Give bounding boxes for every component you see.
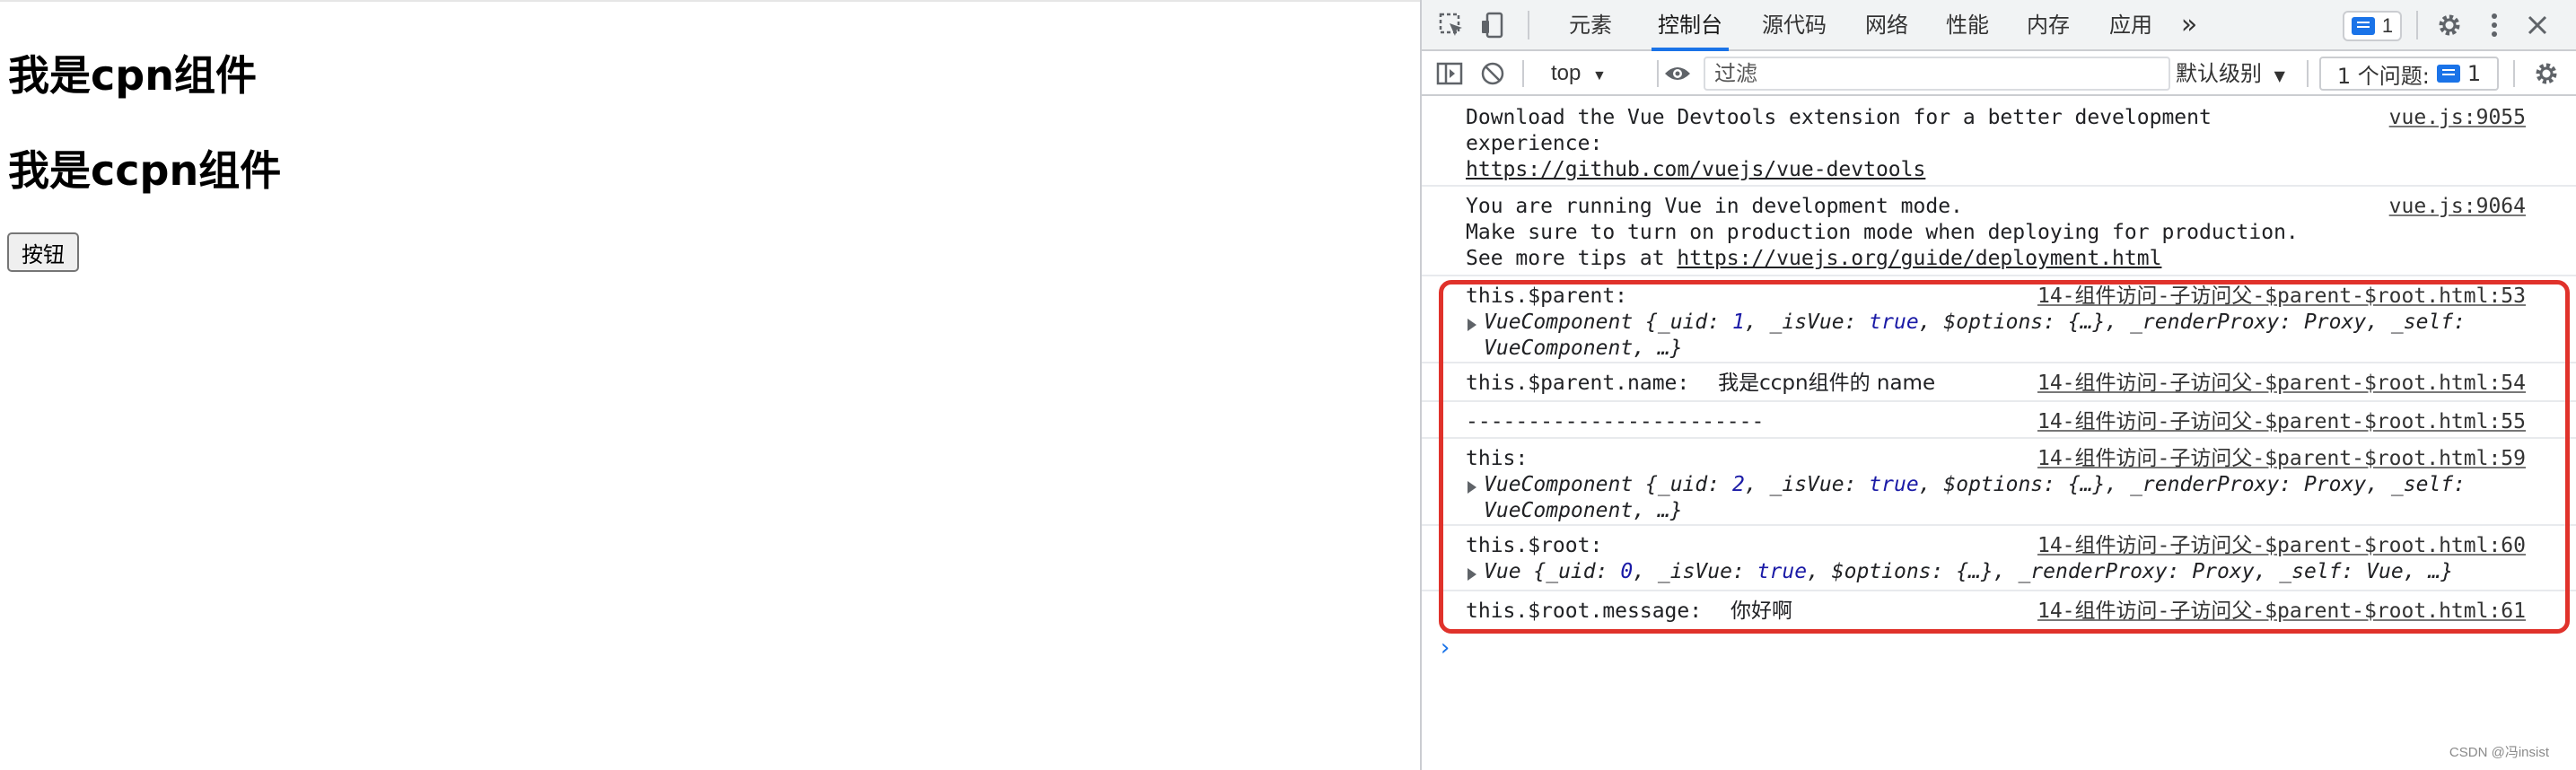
- console-message: 14-组件访问-子访问父-$parent-$root.html:54 this.…: [1422, 363, 2576, 402]
- message-text: You are running Vue in development mode.: [1466, 195, 1963, 218]
- inspect-element-icon[interactable]: [1436, 9, 1467, 41]
- more-tabs-button[interactable]: »: [2176, 0, 2203, 49]
- tabbar-divider: [2416, 11, 2418, 39]
- kebab-menu-icon[interactable]: [2479, 9, 2510, 41]
- log-level-value: 默认级别: [2176, 61, 2262, 86]
- message-text: Download the Vue Devtools extension for …: [1466, 106, 2212, 155]
- filterbar-divider: [1522, 60, 1524, 87]
- message-source-link[interactable]: 14-组件访问-子访问父-$parent-$root.html:61: [2037, 599, 2526, 625]
- issues-button-label: 1 个问题:: [2336, 63, 2430, 89]
- console-message: vue.js:9064 You are running Vue in devel…: [1422, 187, 2576, 276]
- issues-badge-count: 1: [2381, 14, 2394, 37]
- tab-elements[interactable]: 元素: [1564, 0, 1617, 49]
- message-source-link[interactable]: 14-组件访问-子访问父-$parent-$root.html:53: [2037, 284, 2526, 310]
- message-source-link[interactable]: vue.js:9055: [2389, 105, 2526, 131]
- issues-button-count: 1: [2466, 61, 2482, 86]
- message-source-link[interactable]: 14-组件访问-子访问父-$parent-$root.html:60: [2037, 533, 2526, 559]
- message-source-link[interactable]: vue.js:9064: [2389, 194, 2526, 220]
- tab-network[interactable]: 网络: [1860, 0, 1914, 49]
- filterbar-divider: [2513, 60, 2515, 87]
- message-label: this.$parent.name:: [1466, 372, 1690, 395]
- tab-performance[interactable]: 性能: [1941, 0, 1994, 49]
- message-link[interactable]: https://vuejs.org/guide/deployment.html: [1677, 247, 2161, 270]
- context-select-value: top: [1551, 61, 1582, 85]
- message-source-link[interactable]: 14-组件访问-子访问父-$parent-$root.html:55: [2037, 409, 2526, 435]
- devtools-tabbar: 元素 控制台 源代码 网络 性能 内存 应用 » 1: [1422, 0, 2576, 51]
- console-message: vue.js:9055 Download the Vue Devtools ex…: [1422, 98, 2576, 187]
- tab-console[interactable]: 控制台: [1652, 0, 1729, 51]
- console-filter-input[interactable]: [1704, 57, 2170, 91]
- devtools-panel: 元素 控制台 源代码 网络 性能 内存 应用 » 1 top ▼ 过滤 默认级别…: [1420, 0, 2576, 770]
- filterbar-divider: [2307, 60, 2309, 87]
- message-source-link[interactable]: 14-组件访问-子访问父-$parent-$root.html:54: [2037, 371, 2526, 397]
- console-output: vue.js:9055 Download the Vue Devtools ex…: [1422, 98, 2576, 661]
- message-value: 你好啊: [1730, 599, 1792, 623]
- console-settings-gear-icon[interactable]: [2531, 57, 2562, 90]
- ccpn-heading: 我是ccpn组件: [8, 146, 282, 195]
- message-value: 我是ccpn组件的 name: [1718, 372, 1936, 395]
- console-filterbar: top ▼ 默认级别 ▼ 1 个问题: 1: [1422, 51, 2576, 96]
- console-message: 14-组件访问-子访问父-$parent-$root.html:60 this.…: [1422, 526, 2576, 591]
- expandable-object[interactable]: VueComponent {_uid: 1, _isVue: true, $op…: [1466, 310, 2525, 362]
- message-icon: [2351, 17, 2375, 35]
- page-button[interactable]: 按钮: [7, 232, 79, 272]
- console-message: 14-组件访问-子访问父-$parent-$root.html:55 -----…: [1422, 402, 2576, 439]
- message-text: ------------------------: [1466, 410, 1765, 433]
- chevron-down-icon: ▼: [1592, 68, 1607, 83]
- message-text: See more tips at: [1466, 247, 1678, 270]
- clear-console-icon[interactable]: [1477, 57, 1508, 90]
- tab-memory[interactable]: 内存: [2021, 0, 2075, 49]
- cpn-heading: 我是cpn组件: [8, 51, 257, 100]
- message-text: Make sure to turn on production mode whe…: [1466, 221, 2299, 244]
- rendered-page: 我是cpn组件 我是ccpn组件 按钮: [0, 0, 1420, 770]
- tabbar-divider: [1528, 11, 1529, 39]
- issues-badge[interactable]: 1: [2343, 11, 2402, 41]
- console-message: 14-组件访问-子访问父-$parent-$root.html:61 this.…: [1422, 591, 2576, 630]
- log-level-select[interactable]: 默认级别 ▼: [2176, 58, 2285, 89]
- tab-sources[interactable]: 源代码: [1756, 0, 1833, 49]
- message-icon: [2436, 65, 2460, 83]
- console-message: 14-组件访问-子访问父-$parent-$root.html:53 this.…: [1422, 276, 2576, 363]
- console-message: 14-组件访问-子访问父-$parent-$root.html:59 this:…: [1422, 439, 2576, 526]
- message-link[interactable]: https://github.com/vuejs/vue-devtools: [1466, 158, 1925, 181]
- tab-application[interactable]: 应用: [2104, 0, 2158, 49]
- console-prompt[interactable]: ›: [1438, 634, 1452, 661]
- message-source-link[interactable]: 14-组件访问-子访问父-$parent-$root.html:59: [2037, 446, 2526, 472]
- expandable-object[interactable]: Vue {_uid: 0, _isVue: true, $options: {……: [1466, 559, 2526, 585]
- expandable-object[interactable]: VueComponent {_uid: 2, _isVue: true, $op…: [1466, 472, 2525, 524]
- context-select[interactable]: top ▼: [1551, 58, 1607, 89]
- device-toolbar-icon[interactable]: [1477, 9, 1508, 41]
- eye-icon[interactable]: [1655, 57, 1700, 90]
- chevron-down-icon: ▼: [2274, 67, 2285, 84]
- close-icon[interactable]: [2522, 9, 2553, 41]
- sidebar-toggle-icon[interactable]: [1434, 57, 1465, 90]
- message-label: this.$root.message:: [1466, 599, 1703, 623]
- watermark: CSDN @冯insist: [2449, 745, 2549, 760]
- gear-icon[interactable]: [2434, 9, 2465, 41]
- issues-button[interactable]: 1 个问题: 1: [2319, 57, 2499, 91]
